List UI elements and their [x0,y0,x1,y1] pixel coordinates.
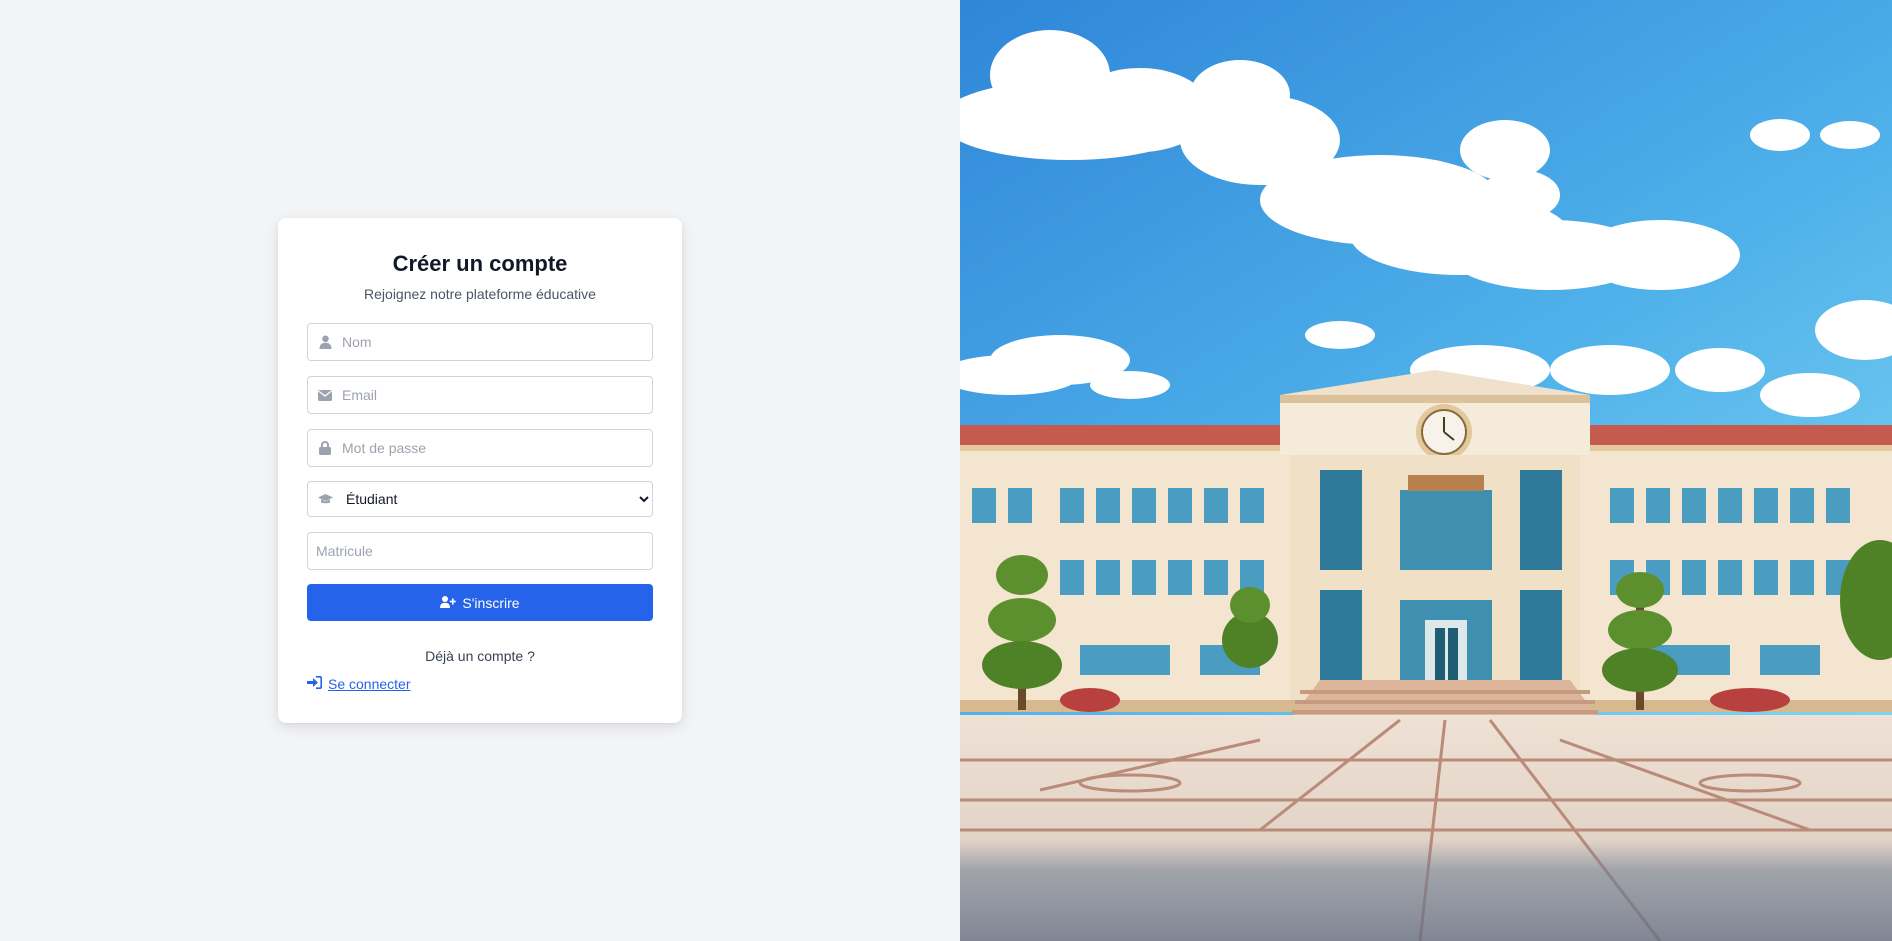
sign-in-icon [307,676,322,692]
already-account-text: Déjà un compte ? [425,648,535,664]
signup-button[interactable]: S'inscrire [307,584,653,621]
school-illustration [960,0,1892,941]
page-subtitle: Rejoignez notre plateforme éducative [364,286,596,302]
user-plus-icon [440,595,457,611]
matricule-field[interactable] [307,532,653,570]
form-pane: Créer un compte Rejoignez notre platefor… [0,0,960,941]
lock-icon [308,441,342,455]
matricule-input[interactable] [308,533,652,569]
signup-button-label: S'inscrire [462,594,520,611]
user-icon [308,335,342,349]
name-input[interactable] [342,324,652,360]
school-building-image [960,0,1892,941]
role-field[interactable]: Étudiant [307,481,653,517]
envelope-icon [308,389,342,401]
signup-card: Créer un compte Rejoignez notre platefor… [278,218,682,723]
login-link-label: Se connecter [328,676,411,692]
shadow [960,840,1892,941]
role-select[interactable]: Étudiant [342,482,652,516]
password-field[interactable] [307,429,653,467]
login-link[interactable]: Se connecter [307,676,411,692]
email-input[interactable] [342,377,652,413]
password-input[interactable] [342,430,652,466]
email-field[interactable] [307,376,653,414]
page-title: Créer un compte [392,251,568,276]
name-field[interactable] [307,323,653,361]
graduation-cap-icon [308,493,342,505]
stairs [1290,680,1600,720]
